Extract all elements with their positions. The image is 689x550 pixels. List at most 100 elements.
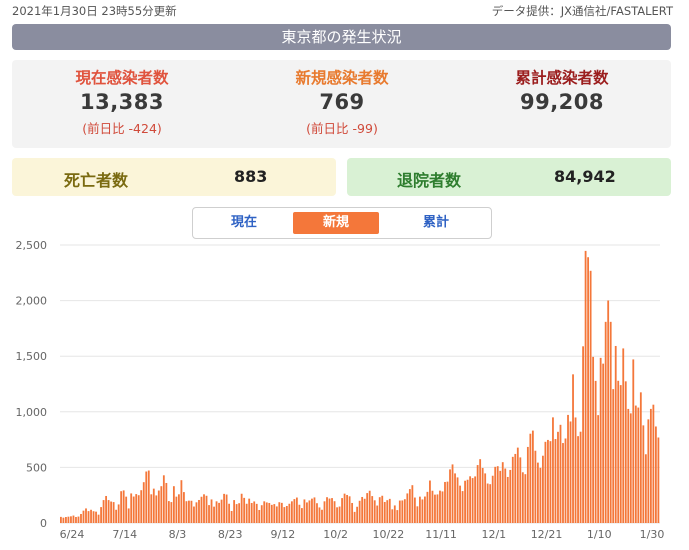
data-bar <box>629 413 632 523</box>
data-bar <box>393 505 396 523</box>
data-bar <box>612 389 615 523</box>
data-bar <box>501 462 504 523</box>
data-bar <box>240 493 243 523</box>
chart-tabs: 現在 新規 累計 <box>192 207 492 239</box>
data-bar <box>208 505 210 523</box>
data-bar <box>607 300 610 523</box>
data-bar <box>152 488 155 523</box>
data-bar <box>654 426 657 523</box>
data-bar <box>85 508 87 523</box>
stat-total-value: 99,208 <box>519 90 605 114</box>
data-bar <box>436 494 439 523</box>
new-cases-bar-chart: 0 500 1,000 1,500 2,000 2,500 6/24 7/14 8/3 8/23 9… <box>16 239 665 541</box>
data-bar <box>140 490 143 523</box>
y-tick-label: 2,000 <box>16 295 48 308</box>
x-tick-label: 12/21 <box>531 528 563 541</box>
data-bar <box>434 494 436 523</box>
data-bar <box>112 502 115 523</box>
data-bar <box>218 502 220 523</box>
data-bar <box>542 455 544 523</box>
data-bar <box>253 501 256 523</box>
data-bar <box>371 496 374 523</box>
data-bar <box>107 500 110 523</box>
data-bar <box>318 507 321 523</box>
data-bar <box>647 419 650 523</box>
data-bar <box>213 506 215 523</box>
tab-new[interactable]: 新規 <box>293 212 379 234</box>
data-bar <box>424 496 426 523</box>
data-bar <box>577 436 579 523</box>
data-bar <box>557 431 559 523</box>
data-bar <box>617 380 620 523</box>
data-bar <box>524 474 527 523</box>
data-bar <box>429 480 431 523</box>
data-bar <box>419 496 421 523</box>
data-bar <box>486 483 489 523</box>
data-bar <box>288 503 291 523</box>
stat-new-value: 769 <box>319 90 365 114</box>
data-bar <box>331 498 333 523</box>
x-tick-label: 8/23 <box>218 528 243 541</box>
data-bar <box>180 480 183 523</box>
data-bar <box>622 348 625 523</box>
data-bar <box>531 430 534 523</box>
data-bar <box>539 467 542 523</box>
data-bar <box>499 470 502 523</box>
data-bar <box>228 503 231 523</box>
data-bar <box>411 485 414 523</box>
deaths-value: 883 <box>234 167 268 186</box>
data-bar <box>582 346 584 523</box>
data-bar <box>386 500 389 523</box>
stat-new-label: 新規感染者数 <box>295 69 389 87</box>
tab-current[interactable]: 現在 <box>201 212 287 234</box>
data-bar <box>536 462 539 523</box>
data-bar <box>235 504 238 523</box>
data-bar <box>67 516 70 523</box>
data-bar <box>602 363 605 523</box>
stats-panel: 現在感染者数 13,383 (前日比 -424) 新規感染者数 769 (前日比… <box>12 60 671 148</box>
data-bar <box>421 499 424 523</box>
data-bar <box>519 457 522 523</box>
data-bar <box>298 504 301 523</box>
data-bar <box>614 345 617 523</box>
data-bar <box>147 470 150 523</box>
data-bar <box>469 476 472 523</box>
data-bar <box>165 482 168 523</box>
data-bar <box>383 501 386 523</box>
data-bar <box>401 500 404 523</box>
data-bar <box>368 490 371 523</box>
data-bar <box>321 509 323 523</box>
tab-total[interactable]: 累計 <box>393 212 479 234</box>
data-bar <box>449 469 451 523</box>
data-bar <box>160 486 163 523</box>
data-bar <box>125 496 128 523</box>
x-tick-label: 10/2 <box>323 528 348 541</box>
data-bar <box>195 502 198 523</box>
page-title: 東京都の発生状況 <box>12 24 671 50</box>
data-bar <box>416 506 419 523</box>
data-bar <box>474 476 477 523</box>
data-bar <box>230 510 233 523</box>
x-tick-label: 9/12 <box>271 528 296 541</box>
stat-new: 新規感染者数 769 (前日比 -99) <box>232 66 452 137</box>
data-bar <box>223 493 225 523</box>
y-tick-label: 500 <box>26 461 47 474</box>
data-bar <box>65 517 67 523</box>
data-bar <box>481 467 484 523</box>
data-bar <box>346 494 348 523</box>
stat-current-value: 13,383 <box>79 90 165 114</box>
data-bar <box>162 475 165 523</box>
data-bar <box>175 496 178 523</box>
data-bar <box>599 357 602 523</box>
y-tick-label: 1,000 <box>16 406 48 419</box>
data-bar <box>105 495 107 523</box>
data-bar <box>363 498 366 523</box>
data-bar <box>268 502 271 523</box>
x-tick-label: 10/22 <box>373 528 405 541</box>
data-bar <box>559 424 562 523</box>
data-bar <box>356 506 359 523</box>
data-bar <box>373 500 376 523</box>
data-bar <box>431 490 434 523</box>
data-bar <box>408 489 411 523</box>
update-line: 2021年1月30日 23時55分更新 データ提供：JX通信社/FASTALER… <box>12 3 673 21</box>
